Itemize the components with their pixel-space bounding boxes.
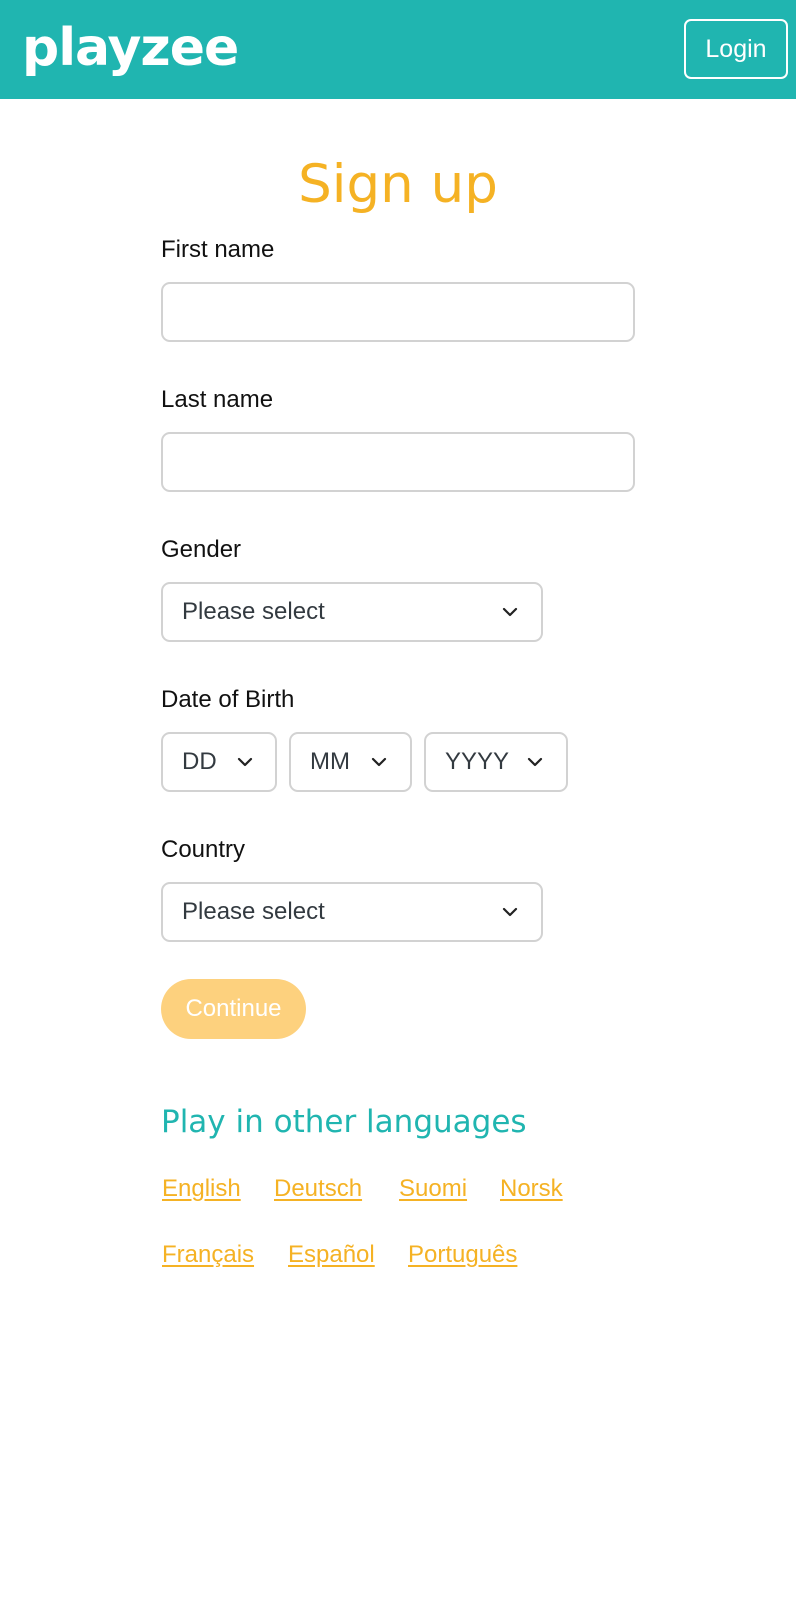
- first-name-input[interactable]: [161, 282, 635, 342]
- country-select-value: Please select: [182, 898, 325, 925]
- language-link-portugues[interactable]: Português: [408, 1240, 517, 1270]
- last-name-label: Last name: [161, 386, 274, 413]
- country-label: Country: [161, 836, 246, 863]
- page-title: Sign up: [298, 154, 498, 215]
- last-name-input[interactable]: [161, 432, 635, 492]
- login-button[interactable]: Login: [684, 19, 788, 79]
- dob-year-value: YYYY: [445, 748, 510, 775]
- top-bar: playzee Login: [0, 0, 796, 99]
- gender-label: Gender: [161, 536, 242, 563]
- first-name-label: First name: [161, 236, 275, 263]
- language-link-suomi[interactable]: Suomi: [399, 1174, 467, 1204]
- language-link-espanol[interactable]: Español: [288, 1240, 375, 1270]
- language-link-francais[interactable]: Français: [162, 1240, 254, 1270]
- continue-button[interactable]: Continue: [161, 979, 306, 1039]
- dob-day-select[interactable]: DD: [161, 732, 277, 792]
- chevron-down-icon: [527, 757, 543, 767]
- language-link-norsk[interactable]: Norsk: [500, 1174, 563, 1204]
- dob-month-select[interactable]: MM: [289, 732, 412, 792]
- chevron-down-icon: [502, 607, 518, 617]
- gender-select[interactable]: Please select: [161, 582, 543, 642]
- chevron-down-icon: [371, 757, 387, 767]
- dob-year-select[interactable]: YYYY: [424, 732, 568, 792]
- dob-label: Date of Birth: [161, 686, 295, 713]
- languages-heading: Play in other languages: [161, 1104, 527, 1140]
- gender-select-value: Please select: [182, 598, 325, 625]
- brand-logo[interactable]: playzee: [22, 17, 239, 79]
- dob-day-value: DD: [182, 748, 217, 775]
- language-link-deutsch[interactable]: Deutsch: [274, 1174, 362, 1204]
- chevron-down-icon: [502, 907, 518, 917]
- dob-month-value: MM: [310, 748, 350, 775]
- chevron-down-icon: [237, 757, 253, 767]
- language-link-english[interactable]: English: [162, 1174, 241, 1204]
- country-select[interactable]: Please select: [161, 882, 543, 942]
- signup-page: playzee Login Sign up First name Last na…: [0, 0, 796, 1598]
